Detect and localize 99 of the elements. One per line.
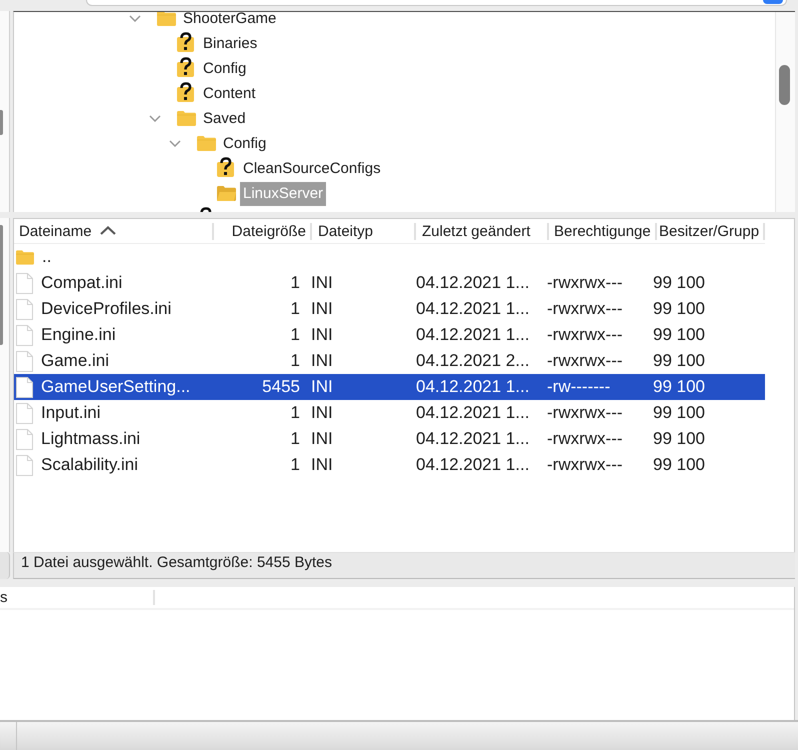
table-cell-text: 99 100 [653,325,706,345]
table-cell-text: 1 [290,325,301,345]
tree-item[interactable]: Config [177,56,250,80]
file-icon [16,298,33,320]
table-cell-text: INI [310,299,334,319]
table-cell-text: INI [310,273,334,293]
file-name: Engine.ini [41,325,116,345]
file-name: Lightmass.ini [41,429,140,449]
question-mark-folder-icon [177,82,194,102]
folder-icon [16,250,34,264]
folder-icon [157,12,176,26]
column-header[interactable]: Besitzer/Grupp [655,223,765,240]
table-cell-text: -rwxrwx--- [547,273,624,293]
table-cell-text: 04.12.2021 1... [415,429,530,449]
file-name: Scalability.ini [41,455,138,475]
chevron-down-icon[interactable] [148,115,162,122]
table-cell-text: -rwxrwx--- [547,299,624,319]
file-row[interactable]: Input.ini 1 INI 04.12.2021 1... -rwxrwx--- 99 100 [14,400,765,426]
table-cell-text: 99 100 [653,299,706,319]
file-icon [16,272,33,294]
table-cell-text: 99 100 [653,273,706,293]
chevron-down-icon[interactable] [168,140,182,147]
folder-icon [177,111,196,126]
file-row[interactable]: Lightmass.ini 1 INI 04.12.2021 1... -rwxrwx--- 99 100 [14,426,765,452]
tree-item[interactable]: ShooterGame [157,12,280,30]
file-name: Compat.ini [41,273,122,293]
file-row[interactable]: Game.ini 1 INI 04.12.2021 2... -rwxrwx--- 99 100 [14,348,765,374]
path-field[interactable] [86,0,787,6]
column-header[interactable]: Dateigröße [212,223,310,240]
table-cell-text: 1 [290,403,301,423]
tree-item[interactable]: Config [197,132,270,156]
table-cell-text: -rwxrwx--- [547,325,624,345]
column-header[interactable]: Berechtigunge [547,223,655,240]
tree-item[interactable]: Saved [177,106,249,130]
table-cell-text: 04.12.2021 1... [415,377,530,397]
table-cell-text: INI [310,325,334,345]
table-cell-text: -rwxrwx--- [547,351,624,371]
table-cell-text: INI [310,429,334,449]
table-cell-text: 1 [290,351,301,371]
question-mark-folder-icon [177,56,194,76]
file-name: .. [42,247,52,267]
table-cell-text: 1 [290,273,301,293]
column-header[interactable]: Dateityp [310,223,414,240]
table-cell-text: 1 [290,299,301,319]
file-row[interactable]: GameUserSetting... 5455 INI 04.12.2021 1... -rw------- 99 100 [14,374,765,400]
file-icon [16,428,33,450]
file-name: GameUserSetting... [41,377,190,397]
table-cell-text: 99 100 [653,403,706,423]
table-cell-text: INI [310,377,334,397]
table-cell-text: 04.12.2021 1... [415,273,530,293]
table-cell-text: 04.12.2021 1... [415,299,530,319]
file-icon [16,350,33,372]
table-cell-text: 99 100 [653,351,706,371]
file-icon [16,324,33,346]
question-mark-folder-icon [177,32,194,52]
table-cell-text: INI [310,403,334,423]
file-row[interactable]: .. [14,244,765,270]
file-icon [16,454,33,476]
table-cell-text: -rwxrwx--- [547,429,624,449]
file-name: Input.ini [41,403,101,423]
file-icon [16,402,33,424]
status-bar: 1 Datei ausgewählt. Gesamtgröße: 5455 Bytes [13,552,795,579]
scrollbar-thumb[interactable] [779,65,790,105]
table-cell-text: 04.12.2021 1... [415,455,530,475]
file-row[interactable]: Scalability.ini 1 INI 04.12.2021 1... -rwxrwx--- 99 100 [14,452,765,478]
table-cell-text: -rwxrwx--- [547,403,624,423]
question-mark-folder-icon [217,156,234,176]
folder-icon [197,136,216,151]
tree-item[interactable]: CleanSourceConfigs [217,156,384,180]
chevron-down-icon[interactable] [128,15,142,22]
open-folder-icon [217,186,236,201]
file-row[interactable]: Engine.ini 1 INI 04.12.2021 1... -rwxrwx--- 99 100 [14,322,765,348]
table-cell-text: 1 [290,455,301,475]
table-cell-text: 04.12.2021 2... [415,351,530,371]
table-cell-text: 99 100 [653,455,706,475]
chevron-up-icon [100,226,116,235]
table-cell-text: 1 [290,429,301,449]
scrollbar-thumb[interactable] [0,225,3,345]
file-name: Game.ini [41,351,110,371]
column-header[interactable]: Zuletzt geändert [414,223,547,240]
column-header[interactable]: Dateiname [14,223,212,240]
table-cell-text: -rwxrwx--- [547,455,624,475]
scrollbar-thumb[interactable] [0,110,3,135]
file-row[interactable]: DeviceProfiles.ini 1 INI 04.12.2021 1... -rwxrwx--- 99 100 [14,296,765,322]
tree-item[interactable]: Binaries [177,32,260,56]
table-cell-text: INI [310,455,334,475]
table-cell-text: 99 100 [653,429,706,449]
table-cell-text: 5455 [261,377,301,397]
table-cell-text: -rw------- [547,377,612,397]
file-icon [16,376,33,398]
table-cell-text: 99 100 [653,377,706,397]
table-cell-text: INI [310,351,334,371]
column-header[interactable]: s [0,590,155,605]
file-name: DeviceProfiles.ini [41,299,172,319]
table-cell-text: 04.12.2021 1... [415,325,530,345]
file-row[interactable]: Compat.ini 1 INI 04.12.2021 1... -rwxrwx--- 99 100 [14,270,765,296]
path-dropdown-button[interactable] [763,0,783,4]
tree-item[interactable]: Content [177,82,259,106]
table-cell-text: 04.12.2021 1... [415,403,530,423]
